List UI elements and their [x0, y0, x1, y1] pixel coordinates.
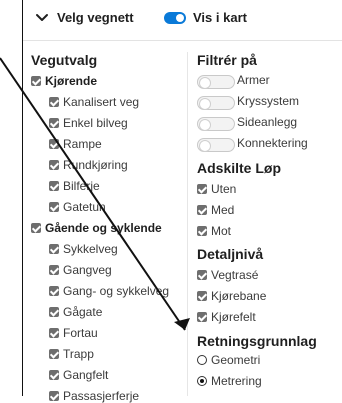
checkbox-passasjerferje[interactable]	[49, 391, 59, 401]
checkbox-fortau[interactable]	[49, 328, 59, 338]
checkbox-gagate[interactable]	[49, 307, 59, 317]
panel-header: Velg vegnett Vis i kart	[23, 0, 342, 41]
label-med: Med	[211, 203, 235, 217]
label-gangveg: Gangveg	[63, 263, 112, 277]
detaljniva-title: Detaljnivå	[197, 246, 264, 262]
checkbox-kjorefelt[interactable]	[197, 312, 207, 322]
label-kjorebane: Kjørebane	[211, 289, 267, 303]
toggle-konnektering[interactable]	[197, 138, 235, 152]
label-rundkjoring: Rundkjøring	[63, 158, 128, 172]
checkbox-gaende-og-syklende[interactable]	[31, 223, 41, 233]
label-armer: Armer	[237, 73, 270, 87]
checkbox-kjorebane[interactable]	[197, 291, 207, 301]
vegnett-panel: Velg vegnett Vis i kart Vegutvalg Kjøren…	[22, 0, 342, 403]
label-vegtrase: Vegtrasé	[211, 268, 259, 282]
label-enkel-bilveg: Enkel bilveg	[63, 116, 128, 130]
label-kjorefelt: Kjørefelt	[211, 310, 256, 324]
checkbox-uten[interactable]	[197, 184, 207, 194]
checkbox-mot[interactable]	[197, 226, 207, 236]
toggle-kryssystem[interactable]	[197, 96, 235, 110]
vis-i-kart-toggle[interactable]	[164, 12, 186, 24]
retningsgrunnlag-title: Retningsgrunnlag	[197, 333, 317, 349]
checkbox-gangfelt[interactable]	[49, 370, 59, 380]
checkbox-trapp[interactable]	[49, 349, 59, 359]
vegutvalg-title: Vegutvalg	[31, 52, 98, 68]
panel-title: Velg vegnett	[57, 10, 134, 25]
radio-geometri[interactable]	[197, 355, 207, 365]
label-passasjerferje: Passasjerferje	[63, 389, 140, 403]
label-gagate: Gågate	[63, 305, 103, 319]
label-trapp: Trapp	[63, 347, 94, 361]
radio-metrering[interactable]	[197, 376, 207, 386]
label-geometri: Geometri	[211, 353, 261, 367]
checkbox-med[interactable]	[197, 205, 207, 215]
checkbox-rampe[interactable]	[49, 139, 59, 149]
label-sideanlegg: Sideanlegg	[237, 115, 298, 129]
label-uten: Uten	[211, 182, 237, 196]
label-fortau: Fortau	[63, 326, 98, 340]
label-kanalisert-veg: Kanalisert veg	[63, 95, 140, 109]
column-divider	[187, 52, 188, 396]
checkbox-bilferje[interactable]	[49, 181, 59, 191]
label-konnektering: Konnektering	[237, 136, 308, 150]
label-mot: Mot	[211, 224, 232, 238]
checkbox-vegtrase[interactable]	[197, 270, 207, 280]
checkbox-kanalisert-veg[interactable]	[49, 97, 59, 107]
adskilte-lop-title: Adskilte Løp	[197, 160, 282, 176]
label-bilferje: Bilferje	[63, 179, 100, 193]
label-rampe: Rampe	[63, 137, 102, 151]
toggle-sideanlegg[interactable]	[197, 117, 235, 131]
checkbox-enkel-bilveg[interactable]	[49, 118, 59, 128]
label-metrering: Metrering	[211, 374, 262, 388]
group-label-kjorende: Kjørende	[45, 74, 98, 88]
checkbox-gang-og-sykkelveg[interactable]	[49, 286, 59, 296]
label-gangfelt: Gangfelt	[63, 368, 109, 382]
group-label-gaende-og-syklende: Gående og syklende	[45, 221, 162, 235]
checkbox-sykkelveg[interactable]	[49, 244, 59, 254]
chevron-down-icon[interactable]	[35, 10, 49, 24]
checkbox-rundkjoring[interactable]	[49, 160, 59, 170]
toggle-armer[interactable]	[197, 75, 235, 89]
checkbox-gangveg[interactable]	[49, 265, 59, 275]
label-gang-og-sykkelveg: Gang- og sykkelveg	[63, 284, 170, 298]
vis-i-kart-label: Vis i kart	[193, 10, 247, 25]
label-kryssystem: Kryssystem	[237, 94, 300, 108]
label-sykkelveg: Sykkelveg	[63, 242, 118, 256]
label-gatetun: Gatetun	[63, 200, 106, 214]
filter-title: Filtrér på	[197, 52, 257, 68]
checkbox-kjorende[interactable]	[31, 76, 41, 86]
checkbox-gatetun[interactable]	[49, 202, 59, 212]
